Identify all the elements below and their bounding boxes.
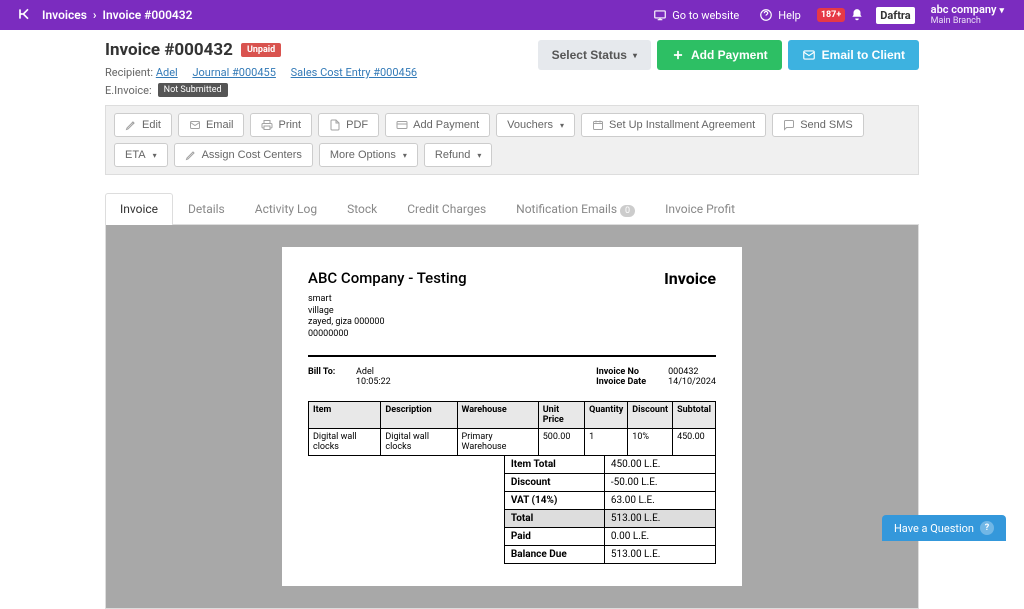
e-invoice-label: E.Invoice: [105, 84, 152, 97]
caret-down-icon: ▾ [153, 151, 157, 160]
question-icon: ? [980, 521, 994, 535]
refund-button[interactable]: Refund▾ [424, 143, 493, 167]
eta-button[interactable]: ETA▾ [114, 143, 168, 167]
go-to-website-link[interactable]: Go to website [643, 8, 749, 22]
printer-icon [261, 119, 273, 131]
journal-link[interactable]: Journal #000455 [192, 66, 275, 79]
print-button[interactable]: Print [250, 113, 312, 137]
assign-cost-centers-button[interactable]: Assign Cost Centers [174, 143, 313, 167]
back-arrow-icon [18, 6, 34, 22]
breadcrumb-sep: › [93, 8, 97, 22]
edit-button[interactable]: Edit [114, 113, 172, 137]
recipient-label: Recipient: [105, 66, 153, 79]
caret-down-icon: ▾ [477, 151, 481, 160]
help-icon [759, 8, 773, 22]
send-sms-button[interactable]: Send SMS [772, 113, 864, 137]
invoice-meta-line: Recipient: Adel Journal #000455 Sales Co… [105, 66, 417, 79]
page-title: Invoice #000432 Unpaid [105, 40, 417, 60]
notification-count-badge: 0 [620, 205, 635, 217]
logo[interactable]: Daftra [870, 7, 920, 24]
help-floating-button[interactable]: Have a Question ? [882, 515, 1006, 541]
help-label: Help [778, 9, 801, 22]
select-status-button[interactable]: Select Status▾ [538, 40, 651, 70]
breadcrumb: Invoices › Invoice #000432 [42, 8, 193, 22]
tab-invoice-profit[interactable]: Invoice Profit [650, 193, 750, 224]
tab-invoice[interactable]: Invoice [105, 193, 173, 225]
email-button[interactable]: Email [178, 113, 245, 137]
vouchers-button[interactable]: Vouchers▾ [496, 113, 575, 137]
e-invoice-line: E.Invoice: Not Submitted [105, 83, 417, 97]
chevron-down-icon: ▾ [999, 6, 1004, 16]
caret-down-icon: ▾ [560, 121, 564, 130]
card-icon [396, 119, 408, 131]
company-name: abc company [931, 3, 997, 16]
table-row: Digital wall clocks Digital wall clocks … [309, 428, 716, 455]
add-payment-button[interactable]: Add Payment [657, 40, 782, 70]
invoice-preview-area: ABC Company - Testing Invoice smart vill… [105, 225, 919, 609]
document-type: Invoice [664, 269, 716, 288]
bell-icon [850, 8, 864, 22]
bill-to-time: 10:05:22 [356, 377, 391, 387]
line-items-table: Item Description Warehouse Unit Price Qu… [308, 401, 716, 456]
table-header-row: Item Description Warehouse Unit Price Qu… [309, 401, 716, 428]
tabs: Invoice Details Activity Log Stock Credi… [105, 193, 919, 225]
sales-cost-entry-link[interactable]: Sales Cost Entry #000456 [291, 66, 417, 79]
tab-credit-charges[interactable]: Credit Charges [392, 193, 501, 224]
breadcrumb-current: Invoice #000432 [103, 8, 193, 22]
go-to-website-label: Go to website [672, 9, 739, 22]
brand-logo: Daftra [876, 7, 914, 24]
mail-icon [189, 119, 201, 131]
back-button[interactable] [10, 6, 42, 25]
page-header: Invoice #000432 Unpaid Recipient: Adel J… [0, 30, 1024, 105]
totals-section: Item Total450.00 L.E. Discount-50.00 L.E… [308, 456, 716, 564]
invoice-meta: Invoice No000432 Invoice Date14/10/2024 [596, 367, 716, 387]
e-invoice-status-badge: Not Submitted [158, 83, 228, 97]
company-name: ABC Company - Testing [308, 269, 467, 287]
invoice-document: ABC Company - Testing Invoice smart vill… [282, 247, 742, 586]
main-area: Edit Email Print PDF Add Payment Voucher… [0, 105, 1024, 609]
branch-name: Main Branch [931, 17, 1004, 27]
topbar: Invoices › Invoice #000432 Go to website… [0, 0, 1024, 30]
mail-icon [802, 48, 816, 62]
help-link[interactable]: Help [749, 8, 811, 22]
tab-details[interactable]: Details [173, 193, 240, 224]
notifications-badge: 187+ [817, 8, 845, 22]
company-menu[interactable]: abc company▾ Main Branch [921, 4, 1014, 27]
more-options-button[interactable]: More Options▾ [319, 143, 418, 167]
recipient-link[interactable]: Adel [156, 66, 178, 79]
divider [308, 355, 716, 357]
plus-icon [671, 48, 685, 62]
email-client-button[interactable]: Email to Client [788, 40, 919, 70]
tab-notification-emails[interactable]: Notification Emails0 [501, 193, 650, 224]
company-address: smart village zayed, giza 000000 0000000… [308, 294, 716, 341]
pdf-button[interactable]: PDF [318, 113, 379, 137]
action-toolbar: Edit Email Print PDF Add Payment Voucher… [105, 105, 919, 175]
breadcrumb-root[interactable]: Invoices [42, 8, 87, 22]
set-up-installment-button[interactable]: Set Up Installment Agreement [581, 113, 766, 137]
tab-stock[interactable]: Stock [332, 193, 392, 224]
caret-down-icon: ▾ [633, 51, 637, 60]
globe-icon [653, 8, 667, 22]
pencil-icon [185, 149, 197, 161]
tab-activity-log[interactable]: Activity Log [240, 193, 332, 224]
notifications[interactable]: 187+ [811, 8, 870, 22]
bill-to-label: Bill To: [308, 367, 356, 387]
help-float-label: Have a Question [894, 522, 974, 535]
bill-to-name: Adel [356, 367, 391, 377]
chat-icon [783, 119, 795, 131]
status-badge: Unpaid [241, 43, 281, 57]
file-icon [329, 119, 341, 131]
caret-down-icon: ▾ [403, 151, 407, 160]
toolbar-add-payment-button[interactable]: Add Payment [385, 113, 490, 137]
pencil-icon [125, 119, 137, 131]
calendar-icon [592, 119, 604, 131]
